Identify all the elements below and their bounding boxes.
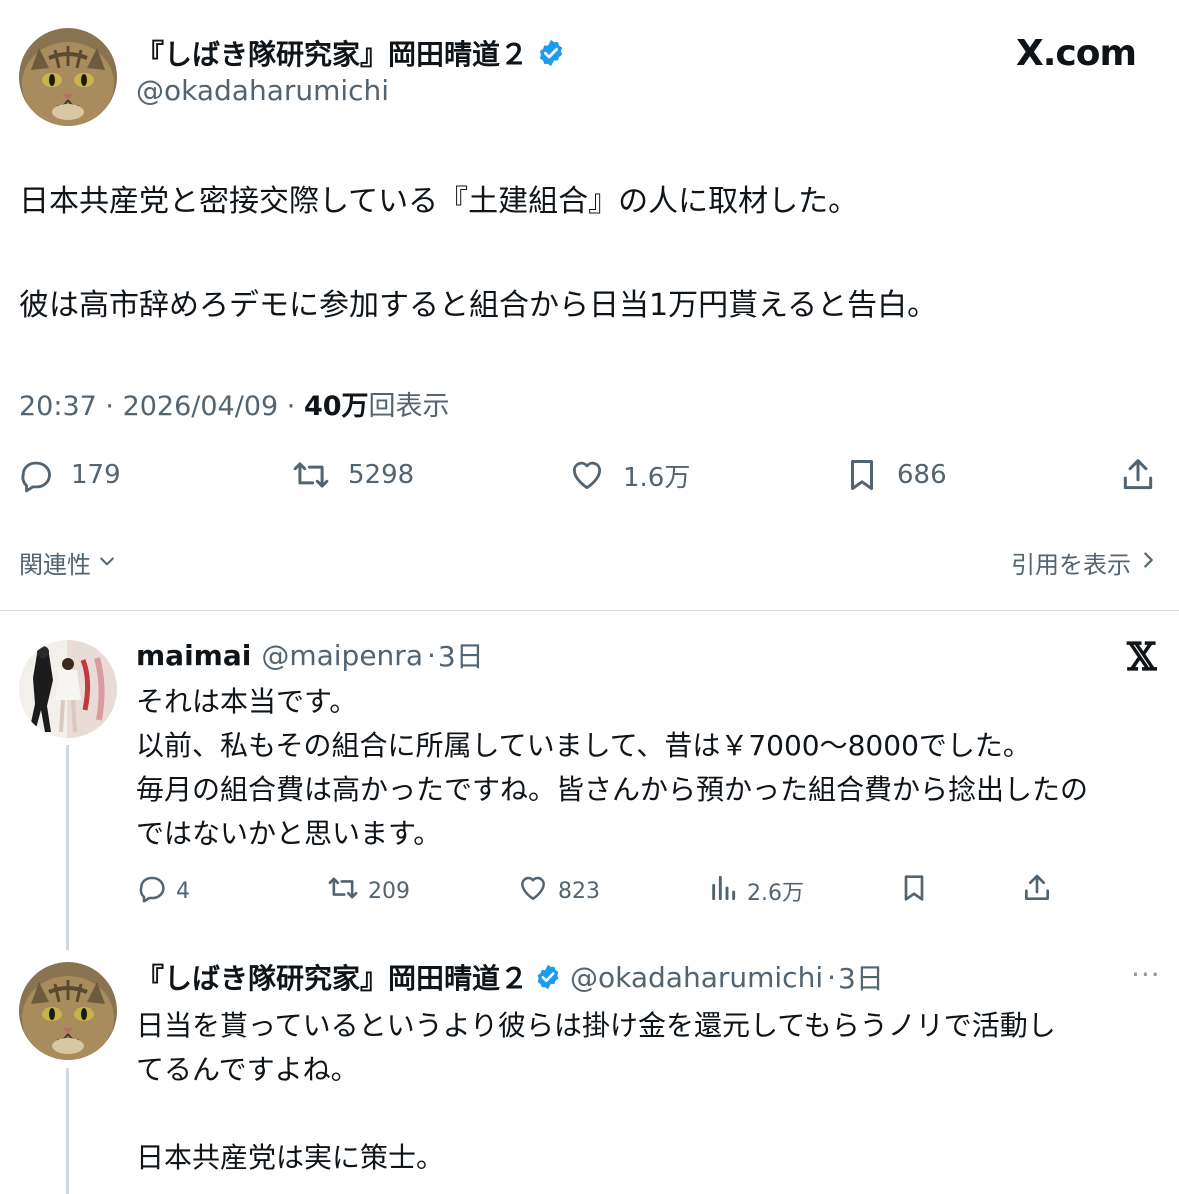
- reply-share-button[interactable]: [1021, 872, 1053, 910]
- reply-text-line: てるんですよね。: [136, 1053, 359, 1086]
- view-quotes-link[interactable]: 引用を表示: [1011, 545, 1157, 580]
- like-button[interactable]: 1.6万: [567, 456, 690, 494]
- chevron-down-icon: [97, 549, 117, 577]
- analytics-bar-icon: [707, 872, 739, 910]
- separator-dot: ·: [426, 638, 436, 672]
- sort-label: 関連性: [19, 551, 91, 579]
- view-quotes-label: 引用を表示: [1011, 551, 1131, 579]
- author-name-row: 『しばき隊研究家』岡田晴道２: [136, 33, 566, 73]
- repost-icon: [290, 456, 332, 494]
- reply-count: 179: [71, 460, 121, 490]
- reply-repost-button[interactable]: 209: [326, 872, 410, 910]
- reply-like-button[interactable]: 823: [516, 872, 600, 910]
- tweet-time[interactable]: 20:37: [19, 391, 97, 422]
- views-suffix: 回表示: [368, 391, 450, 422]
- reply-views-button[interactable]: 2.6万: [707, 872, 804, 910]
- author-display-name[interactable]: 『しばき隊研究家』岡田晴道２: [136, 33, 528, 73]
- reply-icon: [17, 456, 55, 494]
- reply-text-line: 日本共産党は実に策士。: [136, 1141, 445, 1174]
- share-button[interactable]: [1118, 456, 1158, 494]
- more-options-icon[interactable]: ···: [1131, 958, 1161, 991]
- reply-reply-button[interactable]: 4: [136, 872, 190, 910]
- reply-text: それは本当です。 以前、私もその組合に所属していまして、昔は￥7000〜8000…: [136, 680, 1088, 856]
- reply-author-name[interactable]: maimai: [136, 639, 251, 672]
- author-handle[interactable]: @okadaharumichi: [136, 74, 389, 107]
- repost-count: 5298: [348, 460, 415, 490]
- tweet-meta: 20:37 · 2026/04/09 · 40万回表示: [19, 384, 450, 423]
- heart-icon: [567, 456, 607, 494]
- x-logo-icon: 𝕏: [1127, 634, 1157, 679]
- reply-bookmark-button[interactable]: [898, 872, 930, 910]
- thread-connector-line: [66, 1068, 69, 1194]
- reply-header: maimai @maipenra · 3日: [136, 636, 484, 674]
- reply-repost-count: 209: [368, 878, 410, 904]
- tweet-date[interactable]: 2026/04/09: [123, 391, 279, 422]
- bookmark-count: 686: [897, 460, 947, 490]
- repost-button[interactable]: 5298: [290, 456, 414, 494]
- reply-author-name[interactable]: 『しばき隊研究家』岡田晴道２: [136, 957, 528, 997]
- reply-text-line: それは本当です。: [136, 685, 358, 718]
- author-avatar[interactable]: [19, 28, 117, 126]
- reply-views-count: 2.6万: [747, 881, 804, 906]
- tweet-text-line: 日本共産党と密接交際している『土建組合』の人に取材した。: [19, 184, 859, 219]
- verified-badge-icon: [536, 38, 566, 68]
- tweet-text-line: 彼は高市辞めろデモに参加すると組合から日当1万円貰えると告白。: [19, 288, 938, 323]
- x-com-watermark: X.com: [1016, 33, 1137, 74]
- reply-reply-count: 4: [176, 878, 190, 904]
- bookmark-button[interactable]: 686: [843, 456, 947, 494]
- reply-author-handle[interactable]: @okadaharumichi: [570, 961, 823, 994]
- reply-text-line: [136, 1092, 1056, 1136]
- reply-icon: [136, 872, 168, 910]
- reply-text-line: ではないかと思います。: [136, 817, 442, 850]
- reply-text-line: 以前、私もその組合に所属していまして、昔は￥7000〜8000でした。: [136, 729, 1031, 762]
- like-count: 1.6万: [623, 462, 691, 493]
- separator-dot: ·: [827, 960, 837, 994]
- chevron-right-icon: [1141, 549, 1157, 577]
- reply-time[interactable]: 3日: [438, 635, 484, 675]
- bookmark-icon: [843, 456, 881, 494]
- reply-time[interactable]: 3日: [838, 957, 884, 997]
- share-icon: [1118, 456, 1158, 494]
- sort-relevance-dropdown[interactable]: 関連性: [19, 545, 117, 580]
- repost-icon: [326, 872, 360, 910]
- reply-text-line: 日当を貰っているというより彼らは掛け金を還元してもらうノリで活動し: [136, 1009, 1056, 1042]
- meta-separator: ·: [96, 391, 123, 422]
- reply-text: 日当を貰っているというより彼らは掛け金を還元してもらうノリで活動し てるんですよ…: [136, 1004, 1056, 1180]
- meta-separator: ·: [278, 391, 304, 422]
- reply-text-line: 毎月の組合費は高かったですね。皆さんから預かった組合費から捻出したの: [136, 773, 1089, 806]
- section-divider: [0, 610, 1179, 611]
- reply-avatar[interactable]: [19, 962, 117, 1060]
- views-count: 40万: [303, 391, 369, 422]
- reply-button[interactable]: 179: [17, 456, 121, 494]
- thread-connector-line: [66, 745, 69, 950]
- share-icon: [1021, 872, 1053, 910]
- bookmark-icon: [898, 872, 930, 910]
- reply-avatar[interactable]: [19, 640, 117, 738]
- reply-author-handle[interactable]: @maipenra: [261, 639, 423, 672]
- verified-badge-icon: [534, 963, 562, 991]
- reply-header: 『しばき隊研究家』岡田晴道２ @okadaharumichi · 3日: [136, 958, 884, 996]
- heart-icon: [516, 872, 550, 910]
- reply-like-count: 823: [558, 878, 600, 904]
